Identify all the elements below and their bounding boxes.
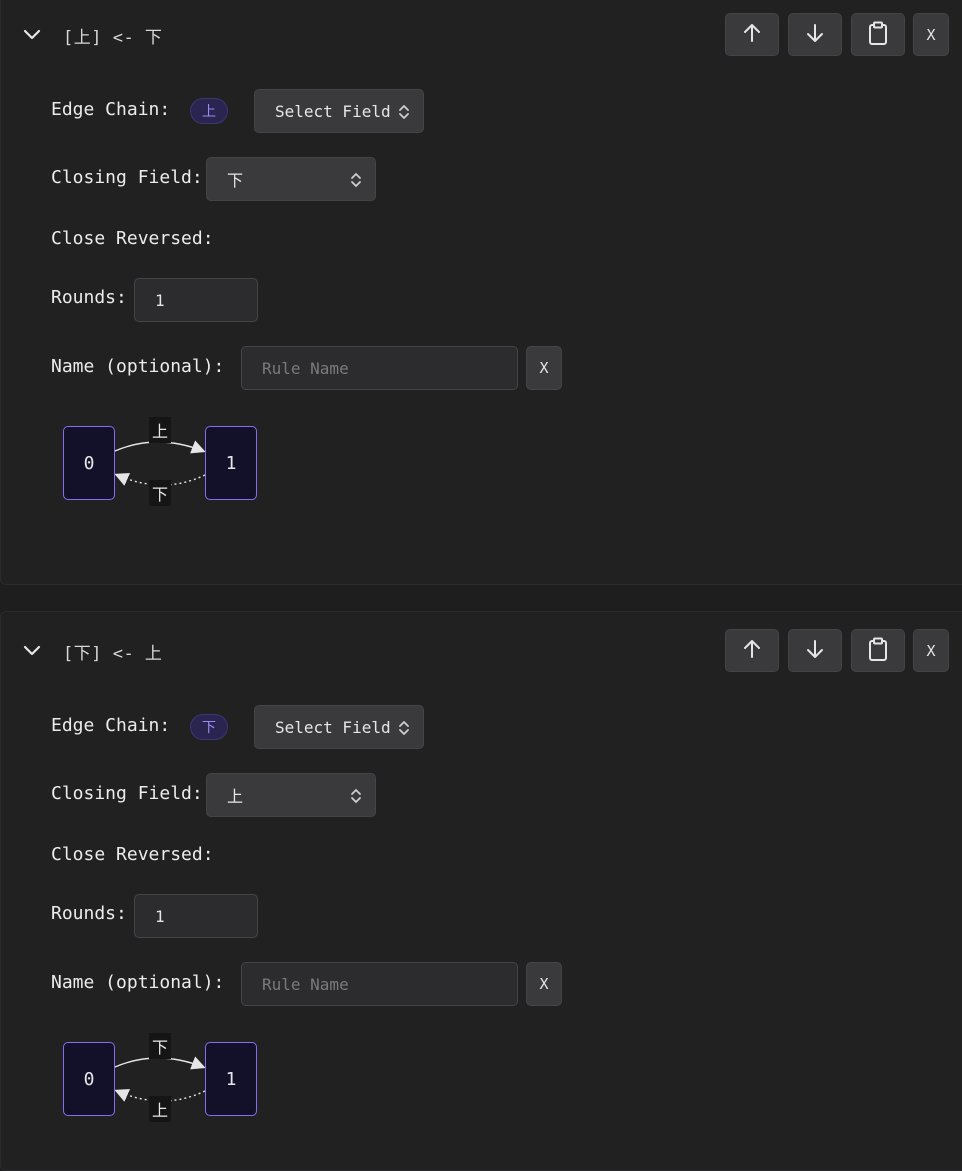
chain-diagram: 0 1 上 下: [57, 417, 267, 519]
name-label: Name (optional):: [51, 356, 225, 377]
closing-field-select[interactable]: 上: [206, 773, 376, 817]
diagram-node-0: 0: [63, 426, 115, 500]
move-up-button[interactable]: [725, 13, 779, 56]
move-up-button[interactable]: [725, 629, 779, 672]
chain-diagram: 0 1 下 上: [57, 1033, 267, 1135]
diagram-node-1: 1: [205, 1042, 257, 1116]
clipboard-icon: [865, 636, 891, 666]
edge-chain-label: Edge Chain:: [51, 715, 171, 736]
edge-chain-select-value: Select Field: [275, 717, 391, 737]
chevron-up-down-icon: [397, 718, 411, 742]
edge-chain-select[interactable]: Select Field: [254, 89, 424, 133]
chevron-up-down-icon: [397, 102, 411, 126]
edge-chain-label: Edge Chain:: [51, 99, 171, 120]
remove-rule-button[interactable]: X: [913, 13, 949, 56]
rule-name-input[interactable]: [241, 962, 518, 1006]
closing-field-select[interactable]: 下: [206, 157, 376, 201]
arrow-down-icon: [803, 21, 827, 49]
forward-edge: [114, 440, 206, 454]
chevron-up-down-icon: [349, 170, 363, 194]
rule-card: [下] <- 上 X Edge Chain: 下 Select Field Cl…: [0, 611, 962, 1171]
copy-button[interactable]: [851, 13, 905, 56]
clear-name-button[interactable]: X: [526, 346, 562, 390]
chevron-up-down-icon: [349, 786, 363, 810]
closing-field-label: Closing Field:: [51, 167, 203, 188]
clear-name-button[interactable]: X: [526, 962, 562, 1006]
closing-edge-label: 下: [149, 480, 171, 506]
copy-button[interactable]: [851, 629, 905, 672]
edge-chain-select-value: Select Field: [275, 101, 391, 121]
rounds-label: Rounds:: [51, 903, 127, 924]
edge-chain-chip[interactable]: 下: [190, 714, 228, 740]
closing-field-value: 上: [227, 787, 244, 806]
arrow-down-icon: [803, 637, 827, 665]
closing-field-value: 下: [227, 171, 244, 190]
remove-rule-button[interactable]: X: [913, 629, 949, 672]
close-reversed-label: Close Reversed:: [51, 844, 214, 865]
diagram-node-1: 1: [205, 426, 257, 500]
move-down-button[interactable]: [788, 13, 842, 56]
clipboard-icon: [865, 20, 891, 50]
chevron-down-icon[interactable]: [21, 23, 43, 45]
chevron-down-icon[interactable]: [21, 639, 43, 661]
rule-name-input[interactable]: [241, 346, 518, 390]
closing-field-label: Closing Field:: [51, 783, 203, 804]
rule-title: [下] <- 上: [63, 644, 163, 664]
forward-edge-label: 下: [149, 1033, 171, 1059]
name-label: Name (optional):: [51, 972, 225, 993]
rule-card: [上] <- 下 X Edge Chain: 上 Select Field Cl…: [0, 0, 962, 585]
rounds-label: Rounds:: [51, 287, 127, 308]
diagram-node-0: 0: [63, 1042, 115, 1116]
arrow-up-icon: [740, 21, 764, 49]
forward-edge-label: 上: [149, 417, 171, 443]
edge-chain-chip[interactable]: 上: [190, 98, 228, 124]
move-down-button[interactable]: [788, 629, 842, 672]
rounds-input[interactable]: [134, 278, 258, 322]
arrow-up-icon: [740, 637, 764, 665]
edge-chain-select[interactable]: Select Field: [254, 705, 424, 749]
closing-edge-label: 上: [149, 1096, 171, 1122]
close-reversed-label: Close Reversed:: [51, 228, 214, 249]
forward-edge: [114, 1056, 206, 1070]
rounds-input[interactable]: [134, 894, 258, 938]
rule-title: [上] <- 下: [63, 28, 163, 48]
